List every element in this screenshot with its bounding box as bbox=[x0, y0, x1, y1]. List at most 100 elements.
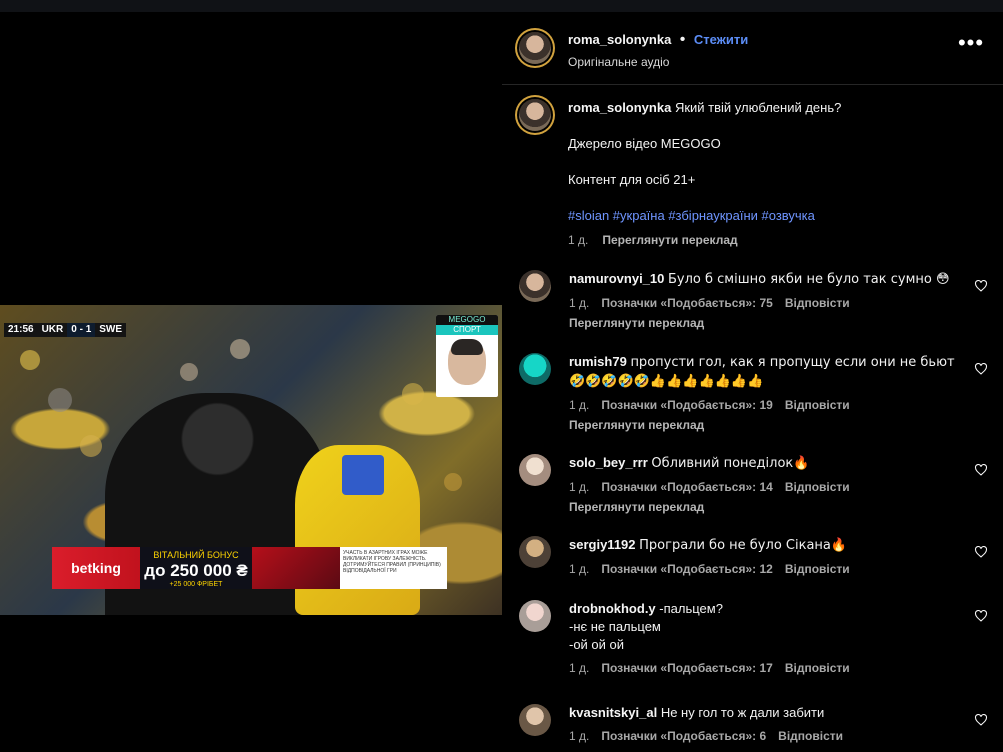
crowd-dot bbox=[444, 473, 462, 491]
comment-item: kvasnitskyi_al Не ну гол то ж дали забит… bbox=[502, 704, 1003, 752]
comment-body: solo_bey_rrr Обливний понеділок🔥 1 д. По… bbox=[569, 454, 959, 514]
translate-link[interactable]: Переглянути переклад bbox=[569, 418, 959, 432]
caption-hashtags[interactable]: #sloian #україна #збірнаукраїни #озвучка bbox=[568, 207, 978, 225]
commentator-face-icon bbox=[448, 339, 486, 385]
translate-link[interactable]: Переглянути переклад bbox=[569, 500, 959, 514]
commenter-username[interactable]: kvasnitskyi_al bbox=[569, 705, 657, 720]
comment-body: rumish79 пропусти гол, как я пропущу есл… bbox=[569, 353, 959, 432]
ad-bonus-amount: до 250 000 ₴ bbox=[140, 561, 252, 581]
ad-bonus-prefix: до bbox=[144, 561, 166, 580]
reply-button[interactable]: Відповісти bbox=[785, 398, 850, 412]
commenter-username[interactable]: rumish79 bbox=[569, 354, 627, 369]
away-team: SWE bbox=[95, 323, 127, 337]
commenter-username[interactable]: solo_bey_rrr bbox=[569, 455, 648, 470]
caption-age-rating: Контент для осіб 21+ bbox=[568, 172, 696, 187]
caption-username[interactable]: roma_solonynka bbox=[568, 100, 671, 115]
commenter-avatar[interactable] bbox=[519, 270, 551, 302]
caption-main: roma_solonynka Який твій улюблений день? bbox=[568, 99, 978, 117]
comment-line-1: -пальцем? bbox=[659, 601, 723, 616]
comment-line-2: -нє не пальцем bbox=[569, 619, 661, 634]
comment-body: kvasnitskyi_al Не ну гол то ж дали забит… bbox=[569, 704, 959, 743]
comment-body: sergiy1192 Програли бо не було Сікана🔥 1… bbox=[569, 536, 959, 576]
comment-likes[interactable]: Позначки «Подобається»: 17 bbox=[601, 661, 772, 675]
top-strip bbox=[0, 0, 1003, 12]
comment-likes[interactable]: Позначки «Подобається»: 6 bbox=[601, 729, 766, 743]
reply-button[interactable]: Відповісти bbox=[785, 661, 850, 675]
more-icon[interactable]: ••• bbox=[957, 32, 985, 56]
original-audio-link[interactable]: Оригінальне аудіо bbox=[568, 55, 748, 69]
post-caption: roma_solonynka Який твій улюблений день?… bbox=[568, 99, 978, 247]
comment-meta: 1 д. Позначки «Подобається»: 19 Відповіс… bbox=[569, 398, 959, 412]
ad-fine-print: УЧАСТЬ В АЗАРТНИХ ІГРАХ МОЖЕ ВИКЛИКАТИ І… bbox=[340, 547, 447, 589]
comment-age: 1 д. bbox=[569, 480, 590, 494]
comment-meta: 1 д. Позначки «Подобається»: 75 Відповіс… bbox=[569, 296, 959, 310]
commenter-avatar[interactable] bbox=[519, 704, 551, 736]
caption-source: Джерело відео MEGOGO bbox=[568, 136, 721, 151]
commenter-avatar[interactable] bbox=[519, 600, 551, 632]
author-avatar[interactable] bbox=[519, 32, 551, 64]
caption-avatar[interactable] bbox=[519, 99, 551, 131]
reply-button[interactable]: Відповісти bbox=[785, 480, 850, 494]
video-pane[interactable]: 21:56 UKR 0 - 1 SWE MEGOGO СПОРТ betking… bbox=[0, 12, 502, 752]
commenter-avatar[interactable] bbox=[519, 353, 551, 385]
scorebug: 21:56 UKR 0 - 1 SWE bbox=[4, 323, 127, 337]
translate-link[interactable]: Переглянути переклад bbox=[569, 316, 959, 330]
author-username[interactable]: roma_solonynka bbox=[568, 32, 671, 47]
comment-body: drobnokhod.y -пальцем? -нє не пальцем -о… bbox=[569, 600, 959, 675]
video-frame[interactable]: 21:56 UKR 0 - 1 SWE MEGOGO СПОРТ betking… bbox=[0, 305, 502, 615]
comment-likes[interactable]: Позначки «Подобається»: 12 bbox=[601, 562, 772, 576]
comment-age: 1 д. bbox=[569, 729, 590, 743]
comment-age: 1 д. bbox=[569, 562, 590, 576]
comment-message: Було б смішно якби не було так сумно 😳 bbox=[668, 272, 950, 287]
header-separator: • bbox=[679, 31, 686, 48]
ad-banner: betking ВІТАЛЬНИЙ БОНУС до 250 000 ₴ +25… bbox=[52, 547, 447, 589]
megogo-watermark: MEGOGO СПОРТ bbox=[436, 315, 498, 397]
heart-icon[interactable] bbox=[974, 363, 988, 375]
comment-text: kvasnitskyi_al Не ну гол то ж дали забит… bbox=[569, 704, 959, 722]
commenter-avatar[interactable] bbox=[519, 536, 551, 568]
crowd-dot bbox=[402, 383, 424, 405]
author-meta: roma_solonynka • Стежити Оригінальне ауд… bbox=[568, 31, 748, 69]
player-collar bbox=[342, 455, 384, 495]
comment-likes[interactable]: Позначки «Подобається»: 14 bbox=[601, 480, 772, 494]
crowd-dot bbox=[230, 339, 250, 359]
post-pane: roma_solonynka • Стежити Оригінальне ауд… bbox=[502, 12, 1003, 752]
comment-text: rumish79 пропусти гол, как я пропущу есл… bbox=[569, 353, 959, 391]
home-team: UKR bbox=[37, 323, 68, 337]
commenter-avatar[interactable] bbox=[519, 454, 551, 486]
heart-icon[interactable] bbox=[974, 610, 988, 622]
comment-line-3: -ой ой ой bbox=[569, 637, 625, 652]
heart-icon[interactable] bbox=[974, 546, 988, 558]
megogo-brand: MEGOGO bbox=[436, 315, 498, 325]
ad-bonus-extra: +25 000 ФРІБЕТ bbox=[169, 581, 223, 588]
heart-icon[interactable] bbox=[974, 280, 988, 292]
crowd-dot bbox=[80, 435, 102, 457]
ad-offer: ВІТАЛЬНИЙ БОНУС до 250 000 ₴ +25 000 ФРІ… bbox=[140, 547, 252, 589]
ad-player-image bbox=[252, 547, 340, 589]
commenter-username[interactable]: sergiy1192 bbox=[569, 537, 636, 552]
caption-question: Який твій улюблений день? bbox=[674, 100, 842, 115]
ad-bonus-label: ВІТАЛЬНИЙ БОНУС bbox=[153, 550, 239, 560]
comment-meta: 1 д. Позначки «Подобається»: 6 Відповіст… bbox=[569, 729, 959, 743]
commenter-username[interactable]: drobnokhod.y bbox=[569, 601, 656, 616]
heart-icon[interactable] bbox=[974, 714, 988, 726]
follow-button[interactable]: Стежити bbox=[694, 32, 748, 47]
commenter-username[interactable]: namurovnyi_10 bbox=[569, 271, 664, 286]
comment-likes[interactable]: Позначки «Подобається»: 19 bbox=[601, 398, 772, 412]
caption-translate-link[interactable]: Переглянути переклад bbox=[602, 233, 737, 247]
caption-age: 1 д. bbox=[568, 233, 589, 247]
comment-message: Не ну гол то ж дали забити bbox=[660, 705, 825, 720]
caption-meta: 1 д. Переглянути переклад bbox=[568, 233, 978, 247]
crowd-dot bbox=[180, 363, 198, 381]
comment-age: 1 д. bbox=[569, 661, 590, 675]
comment-message: Програли бо не було Сікана🔥 bbox=[639, 538, 848, 553]
reply-button[interactable]: Відповісти bbox=[785, 296, 850, 310]
comment-item: drobnokhod.y -пальцем? -нє не пальцем -о… bbox=[502, 600, 1003, 686]
comment-likes[interactable]: Позначки «Подобається»: 75 bbox=[601, 296, 772, 310]
heart-icon[interactable] bbox=[974, 464, 988, 476]
comment-message: пропусти гол, как я пропущу если они не … bbox=[569, 355, 955, 389]
comment-item: namurovnyi_10 Було б смішно якби не було… bbox=[502, 270, 1003, 344]
reply-button[interactable]: Відповісти bbox=[785, 562, 850, 576]
comment-text: namurovnyi_10 Було б смішно якби не було… bbox=[569, 270, 959, 289]
reply-button[interactable]: Відповісти bbox=[778, 729, 843, 743]
